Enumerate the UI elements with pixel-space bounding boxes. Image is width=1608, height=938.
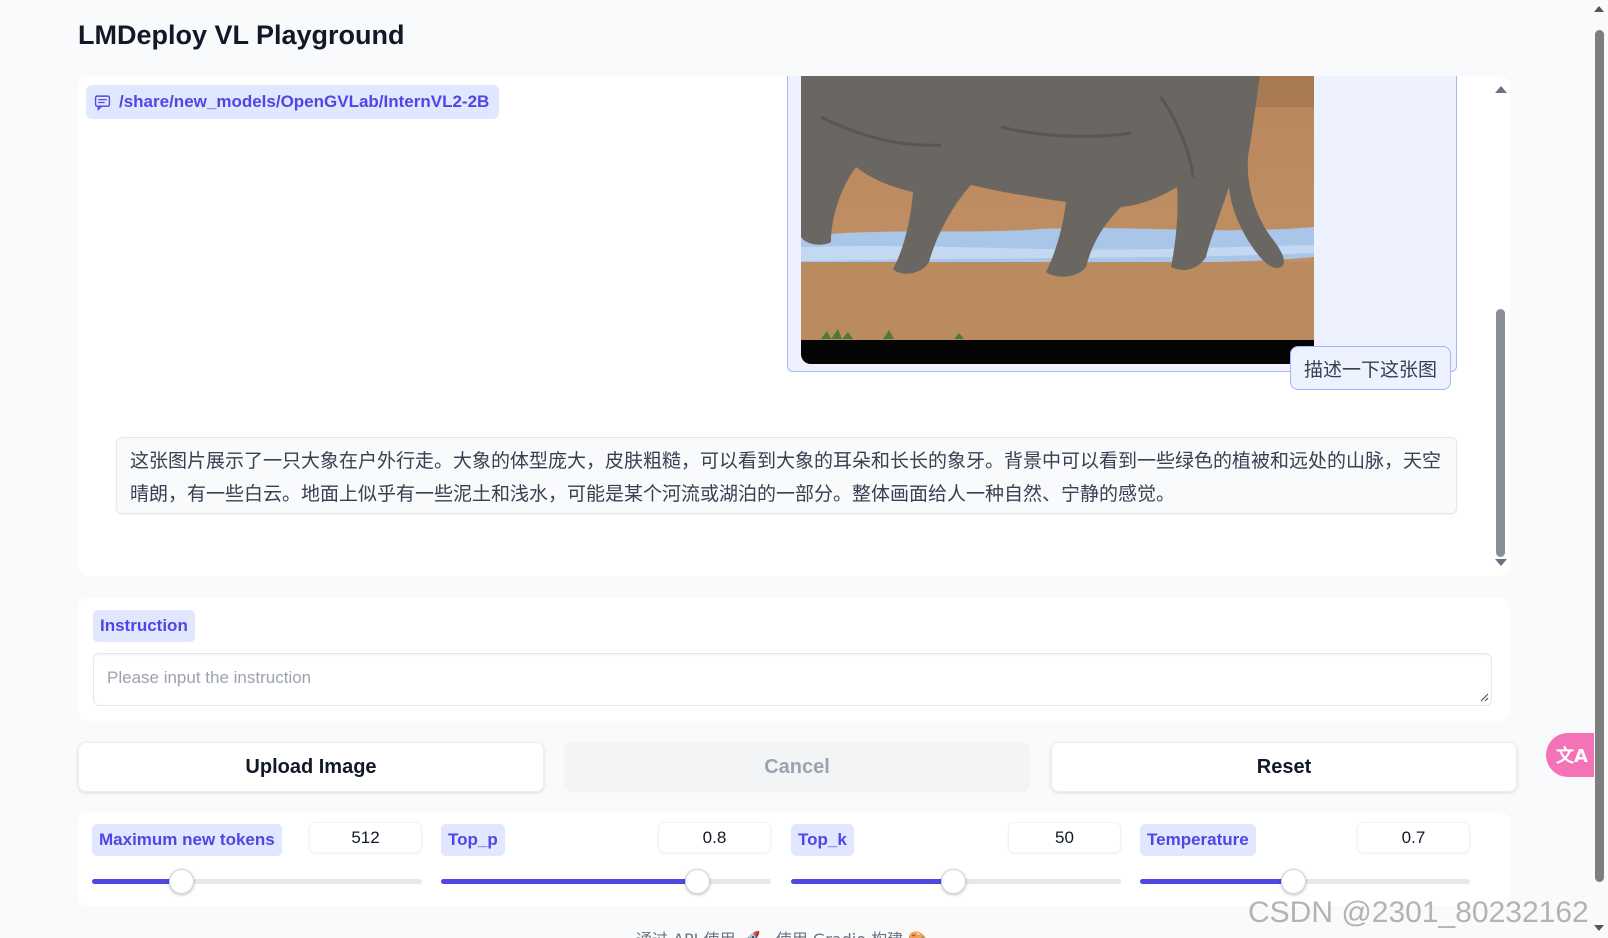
chat-scrollbar[interactable] (1491, 86, 1509, 566)
slider-track[interactable] (441, 869, 771, 894)
slider-thumb[interactable] (940, 869, 966, 894)
param-label: Temperature (1140, 824, 1256, 856)
slider-thumb[interactable] (684, 869, 710, 894)
param-top-p: Top_p 0.8 (441, 812, 771, 906)
elephant-photo[interactable] (801, 76, 1314, 364)
page-scroll-up-icon[interactable] (1594, 6, 1604, 12)
param-number-input[interactable]: 50 (1008, 822, 1121, 853)
upload-image-button[interactable]: Upload Image (78, 742, 544, 792)
scroll-up-icon[interactable] (1495, 86, 1507, 93)
reset-button[interactable]: Reset (1051, 742, 1517, 792)
page-title: LMDeploy VL Playground (78, 20, 405, 50)
scroll-down-icon[interactable] (1495, 559, 1507, 566)
translate-icon: 文A (1556, 746, 1588, 767)
watermark: CSDN @2301_80232162 (1248, 896, 1589, 929)
user-image-message (787, 76, 1457, 372)
page-scrollbar[interactable] (1590, 0, 1608, 938)
slider-track[interactable] (1140, 869, 1470, 894)
instruction-label: Instruction (93, 610, 195, 642)
params-panel: Maximum new tokens 512 Top_p 0.8 Top_k 5… (78, 812, 1510, 906)
slider-track[interactable] (791, 869, 1121, 894)
slider-thumb[interactable] (1281, 869, 1307, 894)
model-badge: /share/new_models/OpenGVLab/InternVL2-2B (86, 85, 500, 119)
cancel-button[interactable]: Cancel (564, 742, 1030, 792)
slider-track[interactable] (92, 869, 422, 894)
translate-button[interactable]: 文A (1546, 733, 1594, 777)
page-scroll-down-icon[interactable] (1594, 925, 1604, 931)
scroll-thumb[interactable] (1496, 309, 1505, 557)
page-scroll-thumb[interactable] (1595, 30, 1604, 882)
param-max-new-tokens: Maximum new tokens 512 (92, 812, 422, 906)
param-number-input[interactable]: 0.8 (658, 822, 771, 853)
param-number-input[interactable]: 512 (309, 822, 422, 853)
param-label: Top_k (791, 824, 854, 856)
slider-thumb[interactable] (169, 869, 195, 894)
slider-fill (441, 879, 697, 884)
param-label: Top_p (441, 824, 505, 856)
slider-fill (92, 879, 182, 884)
instruction-panel: Instruction (78, 598, 1510, 721)
param-number-input[interactable]: 0.7 (1357, 822, 1470, 853)
user-message: 描述一下这张图 (1290, 346, 1452, 390)
instruction-input[interactable] (93, 653, 1492, 706)
footer[interactable]: 通过 API 使用 🚀 · 使用 Gradio 构建 🎨 (636, 926, 928, 938)
model-path: /share/new_models/OpenGVLab/InternVL2-2B (119, 92, 490, 111)
slider-fill (1140, 879, 1294, 884)
bot-message: 这张图片展示了一只大象在户外行走。大象的体型庞大，皮肤粗糙，可以看到大象的耳朵和… (116, 437, 1457, 514)
param-temperature: Temperature 0.7 (1140, 812, 1470, 906)
param-label: Maximum new tokens (92, 824, 282, 856)
param-top-k: Top_k 50 (791, 812, 1121, 906)
chatbot-panel: /share/new_models/OpenGVLab/InternVL2-2B (78, 76, 1510, 576)
slider-fill (791, 879, 953, 884)
chat-bubble-icon (94, 94, 111, 111)
resize-handle-icon[interactable] (1479, 692, 1489, 702)
